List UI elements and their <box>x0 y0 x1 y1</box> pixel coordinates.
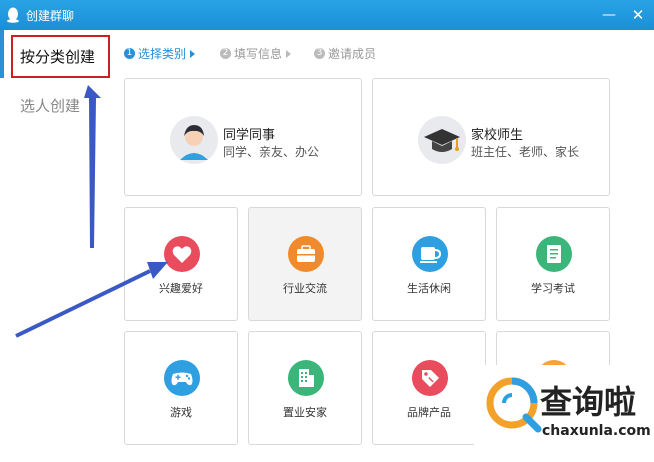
step-number: 2 <box>220 48 231 59</box>
category-card-hobbies[interactable]: 兴趣爱好 <box>124 207 238 321</box>
person-avatar-icon <box>170 116 218 164</box>
category-label: 游戏 <box>170 406 192 419</box>
step-label: 选择类别 <box>138 47 187 61</box>
card-title: 同学同事 <box>223 128 276 143</box>
graduation-cap-icon <box>418 116 466 164</box>
search-q-logo-icon <box>486 377 542 433</box>
card-subtitle: 班主任、老师、家长 <box>471 145 580 159</box>
category-card-home-school[interactable]: 家校师生 班主任、老师、家长 <box>372 78 610 196</box>
step-select-category: 1 选择类别 <box>124 45 196 62</box>
annotation-highlight-box <box>11 35 110 78</box>
tag-icon <box>412 360 448 396</box>
briefcase-icon <box>288 236 324 272</box>
category-label: 品牌产品 <box>407 406 451 419</box>
category-label: 生活休闲 <box>407 282 451 295</box>
category-card-study[interactable]: 学习考试 <box>496 207 610 321</box>
step-invite-members: 3 邀请成员 <box>314 45 376 62</box>
window-title: 创建群聊 <box>26 9 75 23</box>
minimize-button[interactable]: — <box>598 4 620 26</box>
card-title: 家校师生 <box>471 128 524 143</box>
card-subtitle: 同学、亲友、办公 <box>223 145 320 159</box>
category-label: 学习考试 <box>531 282 575 295</box>
category-label: 兴趣爱好 <box>159 282 203 295</box>
step-label: 填写信息 <box>234 47 283 61</box>
watermark-name: 查询啦 <box>540 383 637 421</box>
category-card-industry[interactable]: 行业交流 <box>248 207 362 321</box>
qq-penguin-icon <box>7 7 19 23</box>
step-label: 邀请成员 <box>328 47 377 61</box>
category-card-classmates-colleagues[interactable]: 同学同事 同学、亲友、办公 <box>124 78 362 196</box>
watermark-url: chaxunla.com <box>542 423 651 439</box>
step-arrow-icon <box>190 49 196 58</box>
category-card-brand-products[interactable]: 品牌产品 <box>372 331 486 445</box>
category-label: 行业交流 <box>283 282 327 295</box>
step-arrow-icon <box>286 49 292 58</box>
book-icon <box>536 236 572 272</box>
step-number: 3 <box>314 48 325 59</box>
heart-icon <box>164 236 200 272</box>
step-number: 1 <box>124 48 135 59</box>
step-fill-info: 2 填写信息 <box>220 45 292 62</box>
gamepad-icon <box>164 360 200 396</box>
building-icon <box>288 360 324 396</box>
title-bar: 创建群聊 — ✕ <box>0 0 654 30</box>
category-card-real-estate[interactable]: 置业安家 <box>248 331 362 445</box>
category-card-games[interactable]: 游戏 <box>124 331 238 445</box>
sidebar-active-indicator <box>0 30 4 78</box>
cup-icon <box>412 236 448 272</box>
category-label: 置业安家 <box>283 406 327 419</box>
watermark: 查询啦 chaxunla.com <box>474 365 654 462</box>
close-button[interactable]: ✕ <box>627 4 649 26</box>
sidebar-item-select-people-create[interactable]: 选人创建 <box>20 95 80 116</box>
category-card-leisure[interactable]: 生活休闲 <box>372 207 486 321</box>
